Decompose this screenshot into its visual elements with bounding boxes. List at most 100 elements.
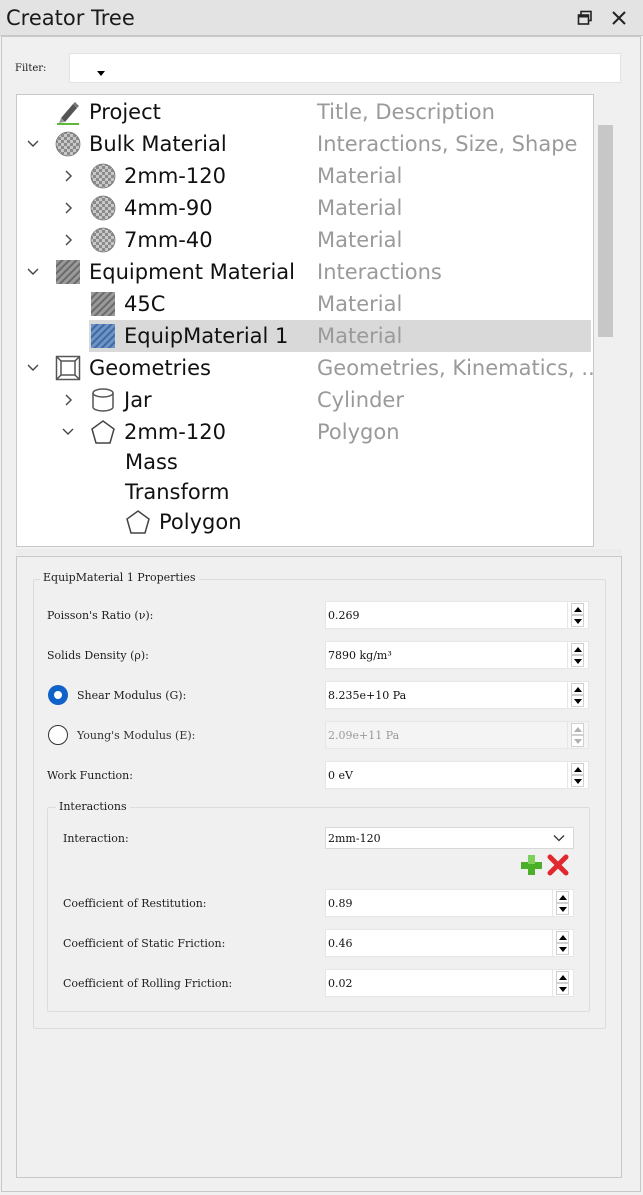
tree-row[interactable]: Polygon — [17, 506, 591, 538]
interaction-select[interactable]: 2mm-120 — [325, 827, 574, 849]
density-spinbox[interactable]: 7890 kg/m³ — [325, 641, 589, 669]
static-friction-value[interactable]: 0.46 — [328, 937, 353, 950]
splitter[interactable] — [16, 549, 622, 555]
rolling-friction-down-button[interactable] — [556, 983, 569, 995]
work-up-button[interactable] — [571, 763, 584, 775]
tree-item-description: Polygon — [317, 420, 400, 444]
shear-modulus-value[interactable]: 8.235e+10 Pa — [328, 689, 406, 702]
tree-item-description: Interactions, Size, Shape — [317, 132, 578, 156]
static-friction-up-button[interactable] — [556, 931, 569, 943]
filter-label: Filter: — [15, 63, 47, 74]
chevron-down-icon[interactable] — [25, 264, 41, 280]
shear-modulus-spinbox[interactable]: 8.235e+10 Pa — [325, 681, 589, 709]
tree-item-description: Geometries, Kinematics, ... — [317, 356, 594, 380]
tree-row[interactable]: Transform — [17, 476, 591, 508]
restitution-up-button[interactable] — [556, 891, 569, 903]
rolling-friction-up-button[interactable] — [556, 971, 569, 983]
young-down-button — [571, 735, 584, 747]
density-value[interactable]: 7890 kg/m³ — [328, 649, 392, 662]
density-down-button[interactable] — [571, 655, 584, 667]
close-icon[interactable] — [607, 6, 631, 30]
tree-item-name: Geometries — [89, 356, 211, 380]
tree-row[interactable]: 7mm-40 Material — [17, 224, 591, 256]
tree-row[interactable]: Bulk Material Interactions, Size, Shape — [17, 128, 591, 160]
properties-group-title: EquipMaterial 1 Properties — [40, 571, 199, 584]
tree-row[interactable]: 45C Material — [17, 288, 591, 320]
youngs-modulus-label: Young's Modulus (E): — [77, 729, 196, 742]
chevron-down-icon — [553, 835, 565, 842]
remove-icon[interactable] — [546, 853, 570, 877]
rolling-friction-arrows — [552, 970, 572, 996]
tree-item-description: Cylinder — [317, 388, 404, 412]
tree-row[interactable]: 4mm-90 Material — [17, 192, 591, 224]
youngs-modulus-spinbox: 2.09e+11 Pa — [325, 721, 589, 749]
tree-row[interactable]: Jar Cylinder — [17, 384, 591, 416]
density-up-button[interactable] — [571, 643, 584, 655]
checker-sphere-icon — [90, 227, 116, 253]
work-down-button[interactable] — [571, 775, 584, 787]
density-arrows — [567, 642, 587, 668]
tree-item-description: Interactions — [317, 260, 442, 284]
restitution-label: Coefficient of Restitution: — [63, 897, 207, 910]
tree-row[interactable]: Equipment Material Interactions — [17, 256, 591, 288]
poisson-arrows — [567, 602, 587, 628]
work-function-spinbox[interactable]: 0 eV — [325, 761, 589, 789]
restitution-down-button[interactable] — [556, 903, 569, 915]
poisson-value[interactable]: 0.269 — [328, 609, 360, 622]
static-friction-down-button[interactable] — [556, 943, 569, 955]
shear-down-button[interactable] — [571, 695, 584, 707]
rolling-friction-spinbox[interactable]: 0.02 — [325, 969, 574, 997]
work-arrows — [567, 762, 587, 788]
tree-scrollbar-thumb[interactable] — [598, 125, 613, 337]
restitution-value[interactable]: 0.89 — [328, 897, 353, 910]
tree-item-description: Material — [317, 164, 403, 188]
pentagon-icon — [125, 509, 151, 535]
tree-row[interactable]: Mass — [17, 446, 591, 478]
chevron-down-icon[interactable] — [25, 360, 41, 376]
chevron-down-icon[interactable] — [60, 424, 76, 440]
tree-item-name: 4mm-90 — [124, 196, 213, 220]
geometry-box-icon — [55, 355, 81, 381]
checker-sphere-icon — [90, 195, 116, 221]
tree-item-name: Mass — [125, 450, 178, 474]
shear-up-button[interactable] — [571, 683, 584, 695]
filter-dropdown-icon[interactable] — [97, 71, 105, 76]
tree-item-name: Project — [89, 100, 161, 124]
chevron-right-icon[interactable] — [60, 168, 76, 184]
pencil-icon — [55, 99, 81, 125]
work-function-value[interactable]: 0 eV — [328, 769, 353, 782]
static-friction-label: Coefficient of Static Friction: — [63, 937, 226, 950]
density-label: Solids Density (ρ): — [47, 649, 149, 662]
creator-tree[interactable]: Project Title, Description Bulk Material In… — [16, 94, 594, 547]
poisson-up-button[interactable] — [571, 603, 584, 615]
shear-modulus-radio[interactable] — [48, 685, 68, 705]
tree-item-name: Polygon — [159, 510, 242, 534]
poisson-spinbox[interactable]: 0.269 — [325, 601, 589, 629]
chevron-right-icon[interactable] — [60, 200, 76, 216]
restitution-spinbox[interactable]: 0.89 — [325, 889, 574, 917]
filter-input[interactable] — [69, 53, 621, 83]
young-up-button — [571, 723, 584, 735]
poisson-down-button[interactable] — [571, 615, 584, 627]
rolling-friction-value[interactable]: 0.02 — [328, 977, 353, 990]
poisson-label: Poisson's Ratio (ν): — [47, 609, 154, 622]
tree-row[interactable]: EquipMaterial 1 Material — [17, 320, 591, 352]
youngs-modulus-radio[interactable] — [48, 725, 68, 745]
pentagon-icon — [90, 419, 116, 445]
chevron-right-icon[interactable] — [60, 232, 76, 248]
chevron-down-icon[interactable] — [25, 136, 41, 152]
shear-modulus-label: Shear Modulus (G): — [77, 689, 187, 702]
interaction-value: 2mm-120 — [328, 832, 381, 845]
tree-row[interactable]: 2mm-120 Material — [17, 160, 591, 192]
tree-item-description: Material — [317, 324, 403, 348]
static-friction-arrows — [552, 930, 572, 956]
restitution-arrows — [552, 890, 572, 916]
tree-item-description: Material — [317, 196, 403, 220]
tree-row[interactable]: Geometries Geometries, Kinematics, ... — [17, 352, 594, 384]
tree-row[interactable]: 2mm-120 Polygon — [17, 416, 591, 448]
tree-row[interactable]: Project Title, Description — [17, 96, 591, 128]
static-friction-spinbox[interactable]: 0.46 — [325, 929, 574, 957]
add-icon[interactable] — [519, 853, 543, 877]
chevron-right-icon[interactable] — [60, 392, 76, 408]
float-window-icon[interactable] — [573, 6, 597, 30]
